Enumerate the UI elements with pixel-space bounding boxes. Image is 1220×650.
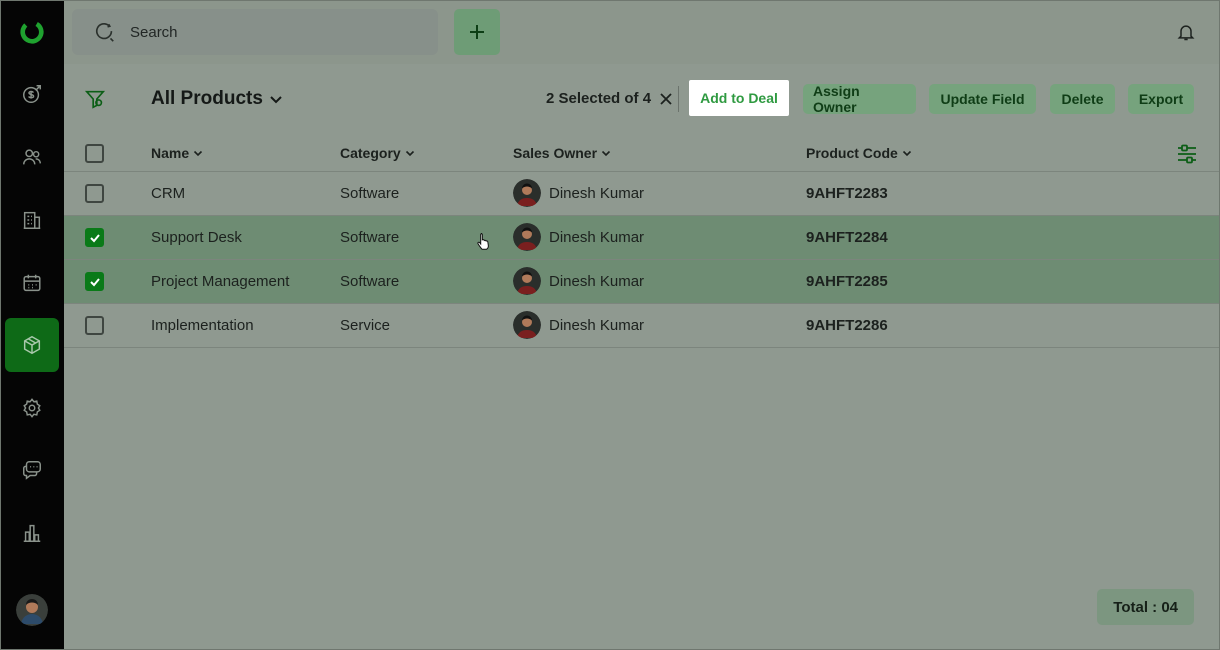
column-settings-icon[interactable] — [1176, 144, 1198, 164]
product-name[interactable]: CRM — [151, 185, 185, 202]
product-category: Software — [340, 229, 400, 246]
search-input[interactable]: Search — [130, 24, 178, 41]
add-button[interactable] — [454, 9, 500, 55]
sidebar-item-calendar[interactable] — [5, 256, 59, 310]
selection-count: 2 Selected of 4 — [546, 90, 652, 107]
user-avatar[interactable] — [16, 594, 48, 626]
product-name[interactable]: Implementation — [151, 317, 254, 334]
total-count-badge: Total : 04 — [1097, 589, 1194, 625]
app-logo[interactable] — [18, 18, 46, 46]
sales-owner: Dinesh Kumar — [513, 311, 644, 339]
sidebar-item-deals[interactable] — [5, 67, 59, 121]
calendar-icon — [23, 274, 41, 292]
owner-avatar — [513, 179, 541, 207]
reports-icon — [23, 524, 41, 542]
sales-owner: Dinesh Kumar — [513, 179, 644, 207]
row-checkbox[interactable] — [85, 228, 104, 247]
column-header-category[interactable]: Category — [340, 145, 415, 161]
deals-icon — [23, 85, 41, 103]
column-header-product-code[interactable]: Product Code — [806, 145, 912, 161]
sidebar-item-settings[interactable] — [5, 381, 59, 435]
products-icon — [23, 335, 41, 355]
product-category: Software — [340, 273, 400, 290]
products-table: Name Category Sales Owner Product Code C… — [64, 134, 1220, 348]
check-icon — [89, 233, 100, 242]
search-icon — [96, 22, 114, 42]
owner-avatar — [513, 223, 541, 251]
chevron-down-icon — [405, 150, 414, 157]
companies-icon — [23, 211, 41, 229]
update-field-button[interactable]: Update Field — [929, 84, 1036, 114]
sidebar-item-companies[interactable] — [5, 193, 59, 247]
divider — [678, 86, 679, 112]
sidebar-item-products[interactable] — [5, 318, 59, 372]
product-code: 9AHFT2286 — [806, 317, 888, 334]
filter-icon[interactable] — [84, 88, 106, 110]
sidebar-item-reports[interactable] — [5, 506, 59, 560]
check-icon — [89, 277, 100, 286]
row-checkbox[interactable] — [85, 272, 104, 291]
sales-owner: Dinesh Kumar — [513, 223, 644, 251]
list-toolbar: All Products 2 Selected of 4 Add to Deal… — [64, 64, 1220, 134]
settings-icon — [23, 398, 41, 418]
notification-bell-icon[interactable] — [1176, 22, 1196, 42]
sidebar-item-chat[interactable] — [5, 443, 59, 497]
chevron-down-icon — [601, 150, 611, 157]
chevron-down-icon — [902, 150, 911, 157]
clear-selection-icon[interactable] — [659, 92, 673, 106]
table-row[interactable]: Support Desk Software Dinesh Kumar 9AHFT… — [64, 216, 1220, 260]
page-title: All Products — [151, 88, 263, 109]
product-code: 9AHFT2283 — [806, 185, 888, 202]
table-header: Name Category Sales Owner Product Code — [64, 134, 1220, 172]
add-to-deal-button[interactable]: Add to Deal — [689, 80, 789, 116]
export-button[interactable]: Export — [1128, 84, 1194, 114]
delete-button[interactable]: Delete — [1050, 84, 1115, 114]
sidebar — [0, 0, 64, 650]
row-checkbox[interactable] — [85, 184, 104, 203]
product-name[interactable]: Support Desk — [151, 229, 242, 246]
top-bar: Search — [64, 0, 1220, 64]
column-header-name[interactable]: Name — [151, 145, 203, 161]
hand-cursor-icon — [477, 233, 489, 250]
table-row[interactable]: Implementation Service Dinesh Kumar 9AHF… — [64, 304, 1220, 348]
search-box[interactable]: Search — [72, 9, 438, 55]
contacts-icon — [23, 149, 41, 165]
chevron-down-icon — [270, 96, 282, 104]
selection-summary: 2 Selected of 4 — [546, 90, 673, 107]
column-header-sales-owner[interactable]: Sales Owner — [513, 145, 611, 161]
product-code: 9AHFT2285 — [806, 273, 888, 290]
sales-owner: Dinesh Kumar — [513, 267, 644, 295]
chevron-down-icon — [194, 150, 203, 157]
product-name[interactable]: Project Management — [151, 273, 289, 290]
table-row[interactable]: Project Management Software Dinesh Kumar… — [64, 260, 1220, 304]
product-code: 9AHFT2284 — [806, 229, 888, 246]
row-checkbox[interactable] — [85, 316, 104, 335]
sidebar-item-contacts[interactable] — [5, 130, 59, 184]
product-category: Service — [340, 317, 391, 334]
owner-avatar — [513, 267, 541, 295]
owner-avatar — [513, 311, 541, 339]
table-row[interactable]: CRM Software Dinesh Kumar 9AHFT2283 — [64, 172, 1220, 216]
plus-icon — [470, 25, 484, 39]
chat-icon — [23, 461, 41, 480]
assign-owner-button[interactable]: Assign Owner — [803, 83, 916, 115]
product-category: Software — [340, 185, 400, 202]
select-all-checkbox[interactable] — [85, 144, 104, 163]
view-selector[interactable]: All Products — [151, 88, 283, 110]
